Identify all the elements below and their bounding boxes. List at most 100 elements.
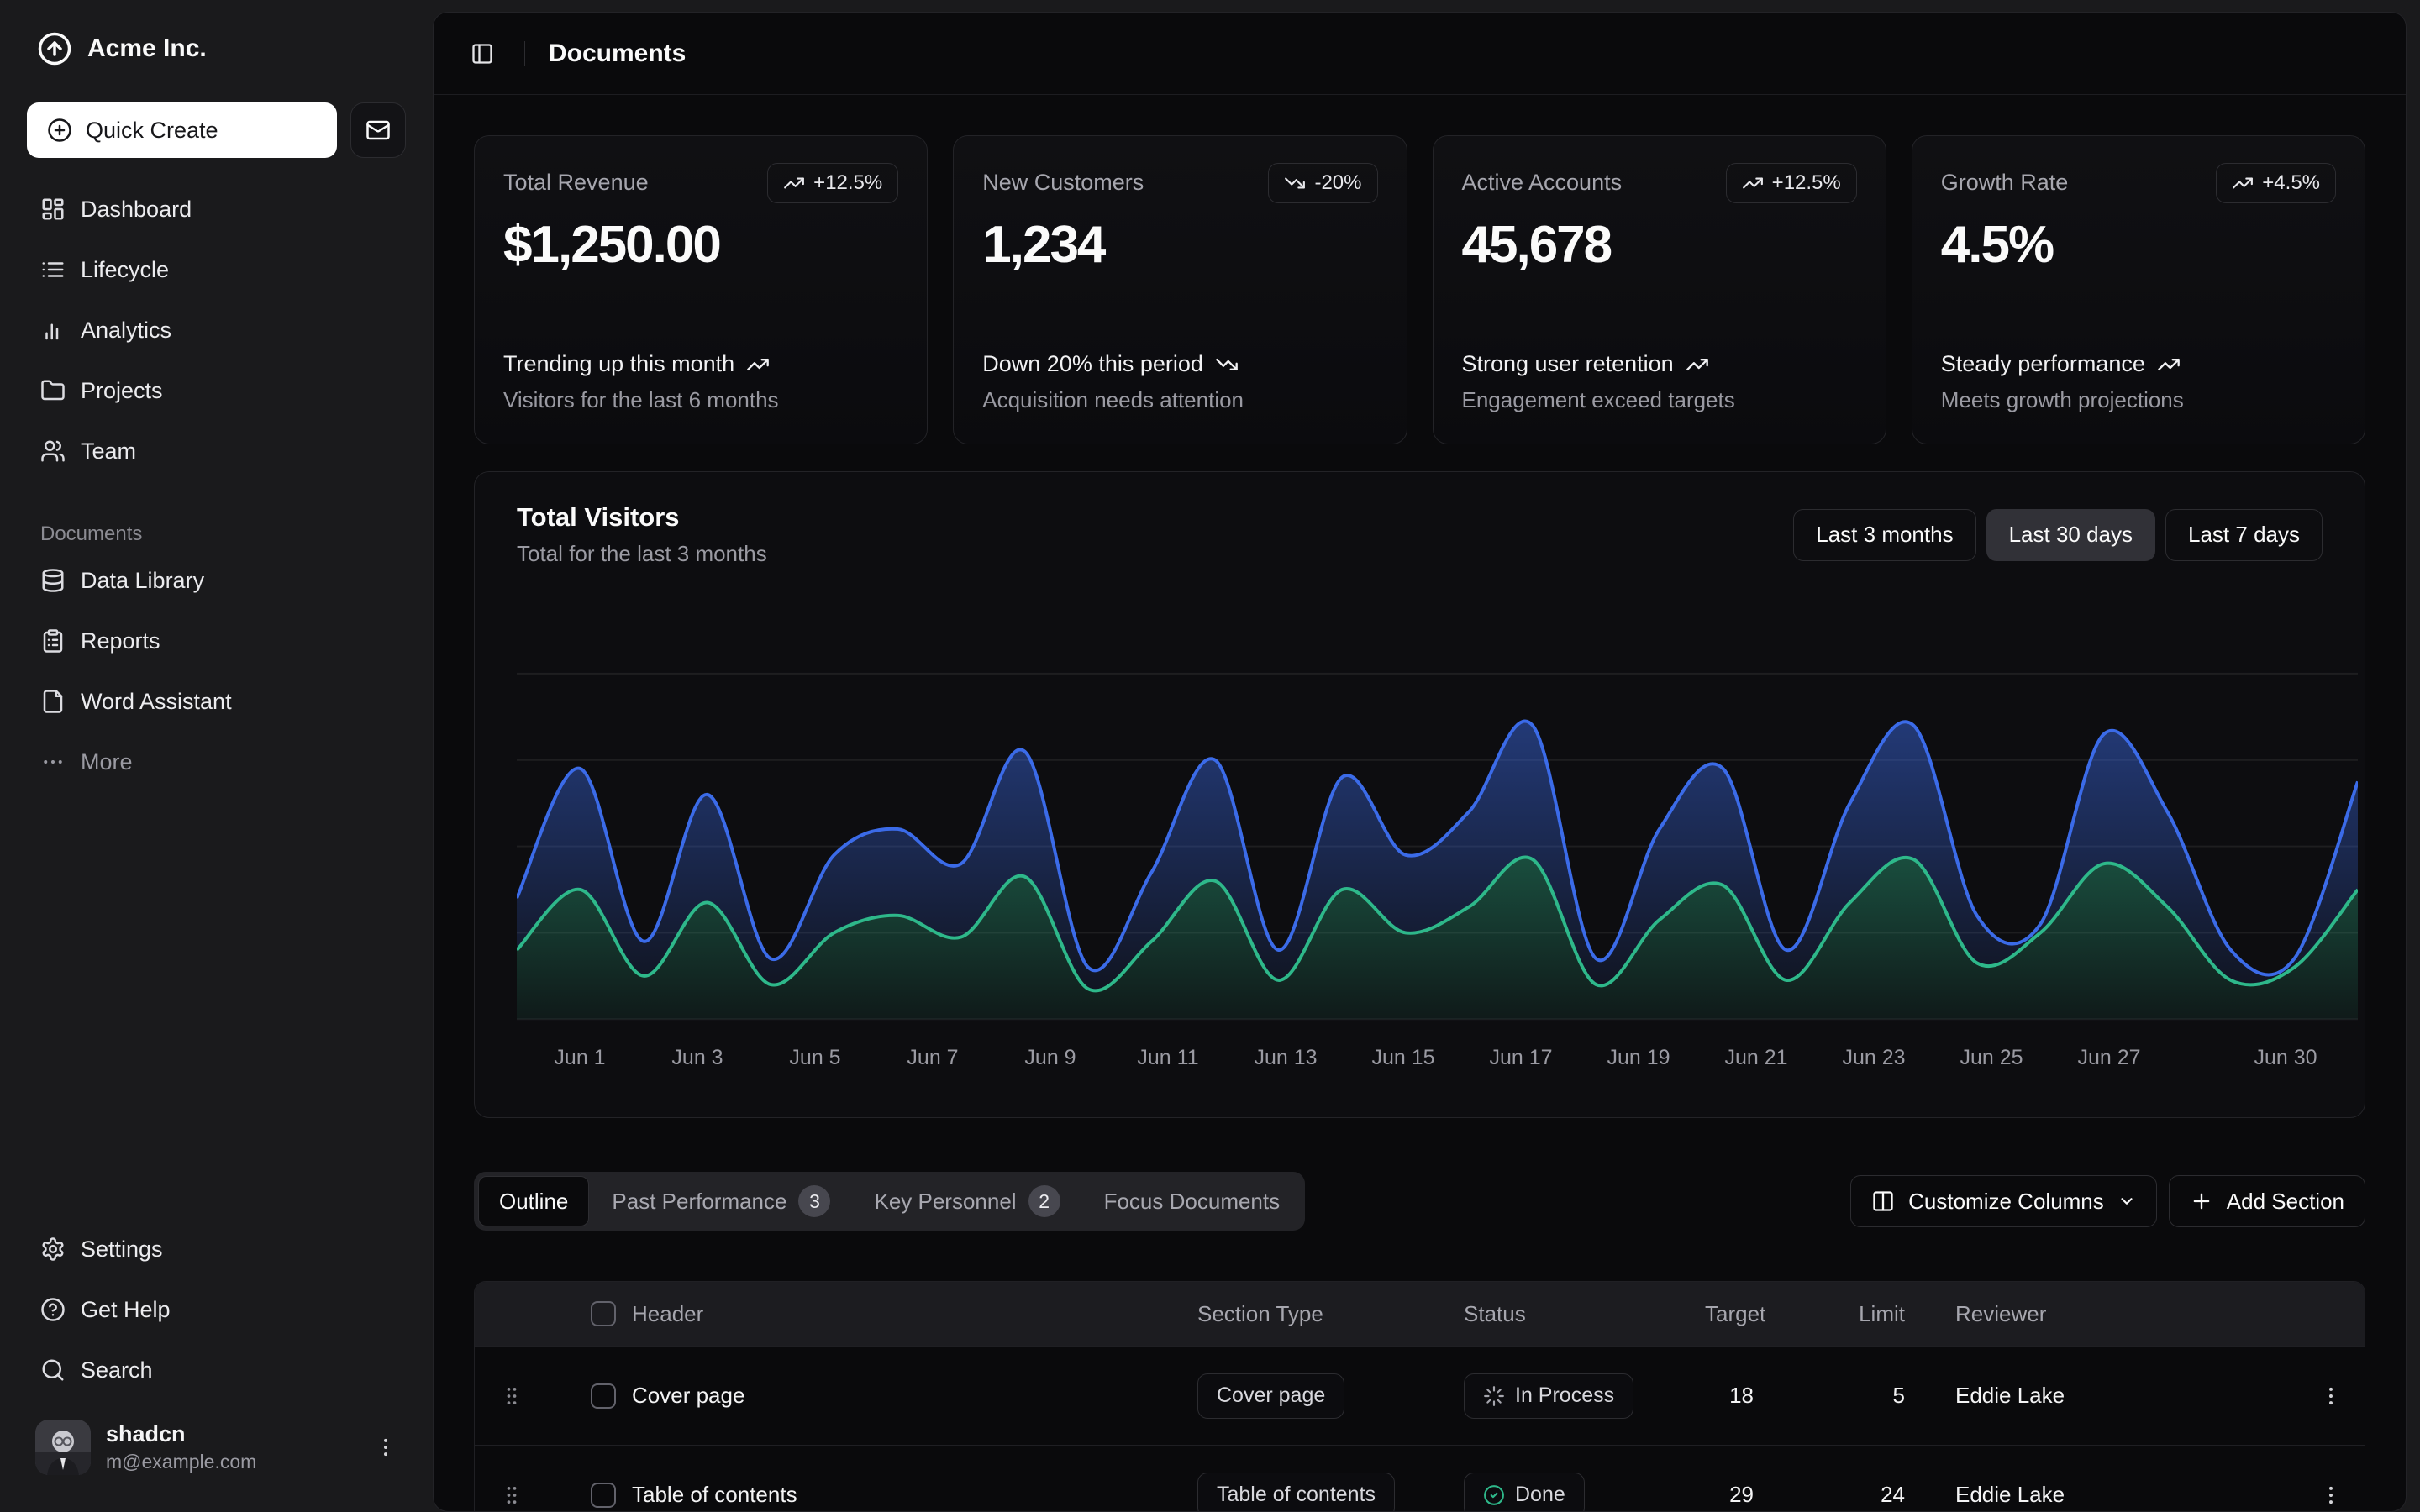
sidebar-section-label: Documents <box>27 516 406 553</box>
tab-key-personnel[interactable]: Key Personnel 2 <box>853 1176 1081 1226</box>
column-header: Target <box>1705 1301 1806 1327</box>
trending-down-icon <box>1284 172 1306 194</box>
sidebar-toggle-button[interactable] <box>464 35 501 72</box>
x-axis-labels: Jun 1Jun 3Jun 5Jun 7Jun 9Jun 11Jun 13Jun… <box>517 1037 2358 1078</box>
sidebar-item-settings[interactable]: Settings <box>27 1221 406 1277</box>
user-name: shadcn <box>106 1421 256 1447</box>
bar-chart-icon <box>40 318 66 343</box>
row-target[interactable]: 29 <box>1705 1482 1806 1508</box>
row-reviewer[interactable]: Eddie Lake <box>1940 1482 2297 1508</box>
sidebar-item-lifecycle[interactable]: Lifecycle <box>27 242 406 297</box>
sidebar-item-dashboard[interactable]: Dashboard <box>27 181 406 237</box>
help-icon <box>40 1297 66 1322</box>
sidebar-item-more[interactable]: More <box>27 734 406 790</box>
trend-badge-value: -20% <box>1314 171 1361 195</box>
tab-outline[interactable]: Outline <box>478 1176 589 1226</box>
clipboard-icon <box>40 628 66 654</box>
status-badge: In Process <box>1464 1373 1634 1419</box>
x-axis-tick: Jun 27 <box>2077 1046 2140 1070</box>
main-panel: Documents Total Revenue +12.5% $1,250.00… <box>433 12 2407 1512</box>
trend-badge: +4.5% <box>2216 163 2336 203</box>
avatar <box>35 1420 91 1475</box>
sidebar-footer-nav: Settings Get Help Search <box>27 1221 406 1398</box>
row-menu-button[interactable] <box>2319 1483 2343 1507</box>
row-checkbox[interactable] <box>591 1383 616 1409</box>
sidebar-item-reports[interactable]: Reports <box>27 613 406 669</box>
tab-label: Past Performance <box>612 1189 786 1215</box>
sections-table: Header Section Type Status Target Limit … <box>474 1281 2365 1512</box>
stat-card-new-customers: New Customers -20% 1,234 Down 20% this p… <box>953 135 1407 444</box>
sidebar-item-get-help[interactable]: Get Help <box>27 1282 406 1337</box>
stat-label: New Customers <box>982 163 1144 196</box>
customize-columns-button[interactable]: Customize Columns <box>1850 1175 2157 1227</box>
row-limit[interactable]: 5 <box>1806 1383 1940 1409</box>
column-header: Section Type <box>1184 1301 1453 1327</box>
x-axis-tick: Jun 19 <box>1607 1046 1670 1070</box>
row-name[interactable]: Table of contents <box>623 1482 1184 1508</box>
select-all-checkbox[interactable] <box>591 1301 616 1326</box>
row-reviewer[interactable]: Eddie Lake <box>1940 1383 2297 1409</box>
quick-create-label: Quick Create <box>86 118 218 144</box>
add-section-button[interactable]: Add Section <box>2169 1175 2365 1227</box>
sidebar-item-label: Team <box>81 438 136 465</box>
company-name: Acme Inc. <box>87 34 207 63</box>
stat-value: $1,250.00 <box>503 215 898 275</box>
customize-columns-label: Customize Columns <box>1908 1189 2104 1215</box>
row-name[interactable]: Cover page <box>623 1383 1184 1409</box>
x-axis-tick: Jun 7 <box>907 1046 958 1070</box>
sidebar-documents-nav: Data Library Reports Word Assistant More <box>27 553 406 790</box>
sidebar-item-search[interactable]: Search <box>27 1342 406 1398</box>
list-icon <box>40 257 66 282</box>
sidebar-item-word-assistant[interactable]: Word Assistant <box>27 674 406 729</box>
sidebar-main-nav: Dashboard Lifecycle Analytics Projects T… <box>27 181 406 479</box>
chart-heading: Total Visitors Total for the last 3 mont… <box>517 502 767 567</box>
stat-footer-sub: Visitors for the last 6 months <box>503 387 898 413</box>
drag-handle[interactable] <box>475 1483 549 1507</box>
inbox-button[interactable] <box>350 102 406 158</box>
gear-icon <box>40 1236 66 1262</box>
dashboard-icon <box>40 197 66 222</box>
section-type-label: Table of contents <box>1217 1483 1376 1507</box>
range-button-7-days[interactable]: Last 7 days <box>2165 509 2323 561</box>
chart-subtitle: Total for the last 3 months <box>517 541 767 567</box>
chart-title: Total Visitors <box>517 502 767 533</box>
trending-up-icon <box>2157 353 2181 376</box>
sidebar-item-analytics[interactable]: Analytics <box>27 302 406 358</box>
arrow-up-circle-icon <box>37 31 72 66</box>
mail-icon <box>366 118 391 143</box>
row-limit[interactable]: 24 <box>1806 1482 1940 1508</box>
ellipsis-icon <box>40 749 66 774</box>
quick-create-button[interactable]: Quick Create <box>27 102 337 158</box>
tab-label: Outline <box>499 1189 568 1215</box>
row-menu-button[interactable] <box>2319 1384 2343 1408</box>
stat-value: 1,234 <box>982 215 1377 275</box>
column-header: Reviewer <box>1940 1301 2297 1327</box>
sidebar-item-team[interactable]: Team <box>27 423 406 479</box>
tab-past-performance[interactable]: Past Performance 3 <box>591 1176 851 1226</box>
table-row: Cover page Cover page In Process 18 5 Ed… <box>475 1346 2365 1445</box>
sidebar-item-projects[interactable]: Projects <box>27 363 406 418</box>
drag-handle[interactable] <box>475 1384 549 1408</box>
sidebar-item-label: Reports <box>81 628 160 654</box>
time-range-group: Last 3 months Last 30 days Last 7 days <box>1793 509 2323 561</box>
row-target[interactable]: 18 <box>1705 1383 1806 1409</box>
table-header-row: Header Section Type Status Target Limit … <box>475 1282 2365 1346</box>
x-axis-tick: Jun 23 <box>1842 1046 1905 1070</box>
visitors-chart-card: Total Visitors Total for the last 3 mont… <box>474 471 2365 1118</box>
row-checkbox[interactable] <box>591 1483 616 1508</box>
x-axis-tick: Jun 1 <box>554 1046 605 1070</box>
user-menu[interactable]: shadcn m@example.com <box>27 1413 406 1482</box>
range-button-3-months[interactable]: Last 3 months <box>1793 509 1975 561</box>
trend-badge: +12.5% <box>1726 163 1857 203</box>
x-axis-tick: Jun 13 <box>1254 1046 1317 1070</box>
tab-focus-documents[interactable]: Focus Documents <box>1083 1176 1302 1226</box>
stat-footer-sub: Meets growth projections <box>1941 387 2336 413</box>
range-button-30-days[interactable]: Last 30 days <box>1986 509 2155 561</box>
area-chart-svg <box>517 587 2358 1034</box>
sidebar-item-data-library[interactable]: Data Library <box>27 553 406 608</box>
quick-create-row: Quick Create <box>27 102 406 158</box>
sidebar-item-label: Dashboard <box>81 197 192 223</box>
org-switcher[interactable]: Acme Inc. <box>27 22 406 76</box>
x-axis-tick: Jun 9 <box>1024 1046 1076 1070</box>
trending-up-icon <box>783 172 805 194</box>
